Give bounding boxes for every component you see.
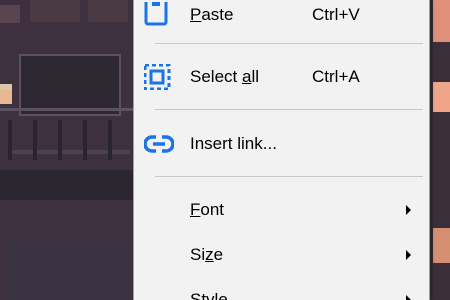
menu-item-insert-link[interactable]: Insert link...	[134, 129, 429, 159]
submenu-arrow-icon	[406, 295, 411, 300]
select-all-icon	[143, 63, 174, 91]
paste-icon	[144, 0, 174, 28]
menu-separator	[155, 176, 423, 177]
desktop-background: Paste Ctrl+V Select all Ctrl+A Insert li…	[0, 0, 450, 300]
context-menu: Paste Ctrl+V Select all Ctrl+A Insert li…	[133, 0, 430, 300]
paste-label: Paste	[190, 5, 234, 24]
menu-separator	[155, 109, 423, 110]
menu-separator	[155, 43, 423, 44]
insert-link-label: Insert link...	[190, 134, 277, 153]
menu-item-size[interactable]: Size	[134, 240, 429, 270]
paste-shortcut: Ctrl+V	[312, 5, 360, 24]
submenu-arrow-icon	[406, 205, 411, 215]
font-label: Font	[190, 200, 225, 219]
menu-item-style[interactable]: Style	[134, 285, 429, 300]
menu-item-select-all[interactable]: Select all Ctrl+A	[134, 62, 429, 92]
size-label: Size	[190, 245, 224, 264]
link-icon	[143, 131, 175, 157]
style-label: Style	[190, 290, 228, 300]
menu-item-font[interactable]: Font	[134, 195, 429, 225]
select-all-label: Select all	[190, 67, 260, 86]
submenu-arrow-icon	[406, 250, 411, 260]
menu-item-paste[interactable]: Paste Ctrl+V	[134, 0, 429, 30]
select-all-shortcut: Ctrl+A	[312, 67, 360, 86]
